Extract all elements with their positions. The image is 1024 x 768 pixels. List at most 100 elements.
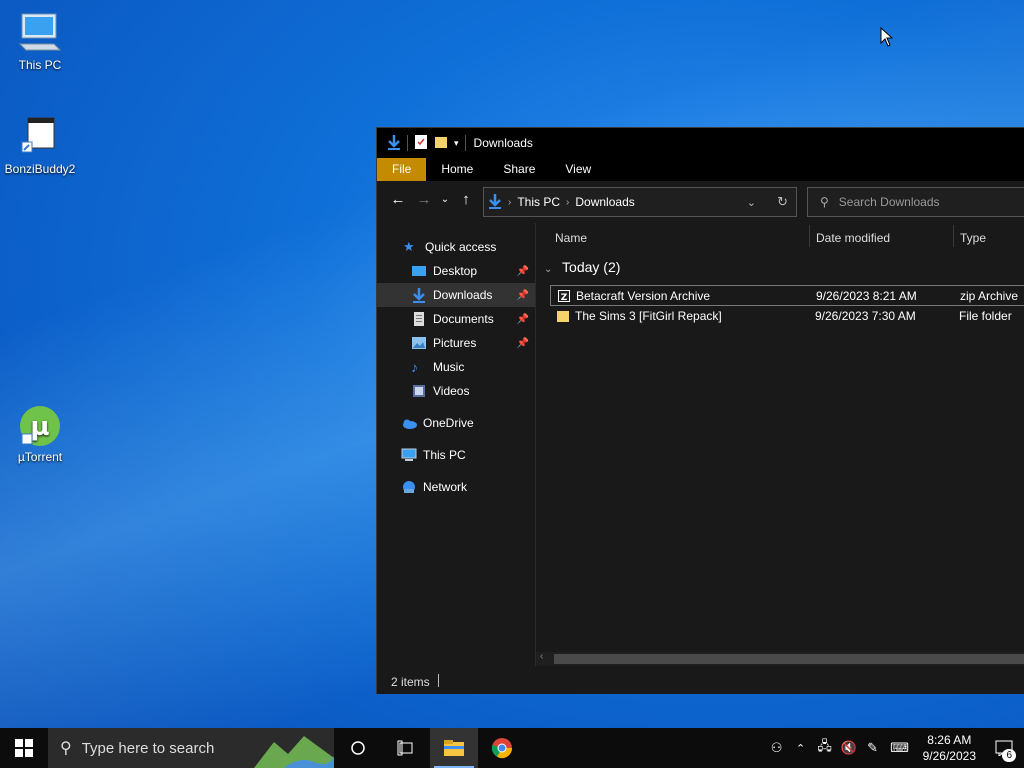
horizontal-scrollbar[interactable]: ‹ [536,651,1024,666]
back-arrow-icon[interactable]: ← [385,191,411,208]
title-bar[interactable]: ▾ Downloads [377,128,1024,158]
people-icon[interactable]: ⚇ [765,740,789,756]
pin-icon[interactable]: 📌 [517,266,529,277]
separator [438,674,439,687]
nav-onedrive[interactable]: OneDrive [377,411,535,435]
refresh-icon[interactable]: ↻ [777,194,788,210]
new-folder-icon[interactable] [434,134,448,153]
nav-documents[interactable]: Documents 📌 [377,307,535,331]
windows-logo-icon [15,739,33,757]
scroll-left-arrow-icon[interactable]: ‹ [540,651,543,662]
volume-muted-icon[interactable]: 🔇 [837,740,861,756]
nav-label: Quick access [425,240,497,254]
folder-icon [444,740,464,756]
chevron-down-icon[interactable]: ⌄ [544,264,552,275]
notification-badge: 6 [1002,749,1016,762]
cortana-button[interactable] [334,728,382,768]
cortana-circle-icon [351,741,365,755]
file-name: The Sims 3 [FitGirl Repack] [575,309,722,323]
item-count: 2 items [391,675,430,689]
taskbar-file-explorer[interactable] [430,728,478,768]
up-arrow-icon[interactable]: ↑ [453,191,479,208]
column-header-date-modified[interactable]: Date modified [816,231,890,245]
file-list[interactable]: Name Date modified Type ⌄ Today (2) Z Be… [536,223,1024,666]
tab-view[interactable]: View [550,158,606,181]
action-center-button[interactable]: 6 [984,728,1024,768]
search-icon: ⚲ [60,740,72,757]
status-bar: 2 items [377,668,1024,694]
search-input[interactable] [836,194,1011,210]
chevron-right-icon[interactable]: › [508,197,511,208]
nav-network[interactable]: Network [377,475,535,499]
nav-label: Documents [433,312,494,326]
nav-quick-access[interactable]: ★ Quick access [377,235,535,259]
table-row[interactable]: The Sims 3 [FitGirl Repack] 9/26/2023 7:… [550,306,1024,327]
file-date: 9/26/2023 8:21 AM [816,289,917,303]
downloads-folder-icon [411,287,427,303]
chevron-right-icon[interactable]: › [566,197,569,208]
tab-file[interactable]: File [377,158,427,181]
separator [464,135,466,151]
pin-icon[interactable]: 📌 [517,290,529,301]
clock[interactable]: 8:26 AM 9/26/2023 [923,732,976,764]
show-hidden-icons-chevron-icon[interactable]: ⌃ [789,742,813,755]
breadcrumb-downloads[interactable]: Downloads [575,195,634,209]
column-header-type[interactable]: Type [960,231,986,245]
svg-text:Z: Z [561,293,568,303]
forward-arrow-icon[interactable]: → [411,191,437,208]
search-box[interactable]: ⚲ [807,187,1024,217]
nav-label: Downloads [433,288,493,302]
pen-workspace-icon[interactable]: ✎ [861,740,885,756]
column-divider[interactable] [953,225,954,247]
search-highlight-icon [254,736,334,768]
network-status-icon[interactable]: 🖧 [813,737,837,759]
start-button[interactable] [0,728,48,768]
task-view-icon [397,740,413,756]
nav-music[interactable]: ♪ Music [377,355,535,379]
nav-downloads[interactable]: Downloads 📌 [377,283,535,307]
table-row[interactable]: Z Betacraft Version Archive 9/26/2023 8:… [550,285,1024,306]
taskbar-chrome[interactable] [478,728,526,768]
clock-date: 9/26/2023 [922,749,976,763]
recent-locations-chevron-icon[interactable]: ⌄ [437,194,453,205]
customize-dropdown-icon[interactable]: ▾ [454,138,459,149]
scrollbar-thumb[interactable] [554,654,1024,664]
search-placeholder: Type here to search [81,739,215,757]
taskbar-search-box[interactable]: ⚲ Type here to search [48,728,334,768]
desktop-icon-this-pc[interactable]: This PC [0,10,80,72]
chrome-icon [491,738,513,759]
tab-home[interactable]: Home [426,158,488,181]
column-header-name[interactable]: Name [555,231,587,245]
computer-icon [16,10,64,56]
column-divider[interactable] [809,225,810,247]
desktop-icon-label: µTorrent [17,450,63,464]
separator [407,135,408,151]
desktop-icon-utorrent[interactable]: µ µTorrent [0,402,80,464]
file-explorer-window[interactable]: ▾ Downloads File Home Share View ← → ⌄ ↑… [376,127,1024,694]
tab-share[interactable]: Share [488,158,550,181]
svg-text:µ: µ [30,412,49,442]
group-label: Today (2) [562,259,621,275]
nav-videos[interactable]: Videos [377,379,535,403]
address-dropdown-icon[interactable]: ⌄ [747,196,756,209]
nav-desktop[interactable]: Desktop 📌 [377,259,535,283]
column-headers: Name Date modified Type [536,223,1024,251]
file-type: File folder [959,309,1012,323]
pin-icon[interactable]: 📌 [517,314,529,325]
nav-label: OneDrive [423,416,474,430]
navigation-bar: ← → ⌄ ↑ › This PC › Downloads ⌄ ↻ ⚲ [377,181,1024,223]
task-view-button[interactable] [382,728,430,768]
breadcrumb-this-pc[interactable]: This PC [517,195,560,209]
computer-icon [401,447,417,463]
pin-icon[interactable]: 📌 [517,338,529,349]
desktop-icon-bonzibuddy[interactable]: BonziBuddy2 [0,114,80,176]
properties-icon[interactable] [414,134,428,153]
desktop-icon-label: This PC [18,58,62,72]
group-header-today[interactable]: ⌄ Today (2) [544,259,620,275]
nav-this-pc[interactable]: This PC [377,443,535,467]
documents-folder-icon [411,311,427,327]
touch-keyboard-icon[interactable]: ⌨ [885,740,915,756]
nav-label: Videos [433,384,470,398]
nav-pictures[interactable]: Pictures 📌 [377,331,535,355]
address-bar[interactable]: › This PC › Downloads ⌄ ↻ [483,187,797,217]
